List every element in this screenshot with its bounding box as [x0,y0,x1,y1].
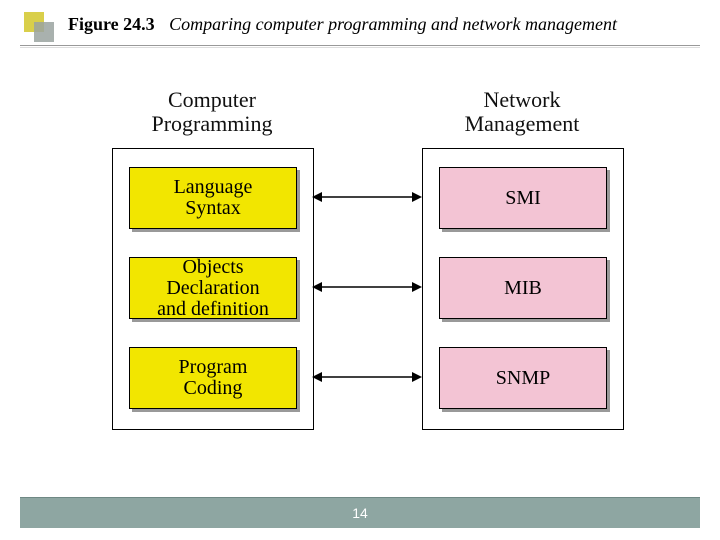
node-label: SMI [505,188,541,209]
figure-title: Figure 24.3 Comparing computer programmi… [68,14,617,35]
title-underline [20,45,700,46]
figure-number: Figure 24.3 [68,14,155,34]
node-snmp: SNMP [439,347,607,409]
right-column-frame: SMI MIB SNMP [422,148,624,430]
slide: Figure 24.3 Comparing computer programmi… [0,0,720,540]
node-mib: MIB [439,257,607,319]
right-column-heading: Network Management [422,88,622,136]
left-heading-line2: Programming [152,111,273,136]
node-label: Program Coding [179,357,248,399]
node-smi: SMI [439,167,607,229]
page-number: 14 [352,505,368,521]
right-heading-line2: Management [465,111,580,136]
left-column-heading: Computer Programming [112,88,312,136]
connectors-group [312,148,422,428]
figure-caption: Comparing computer programming and netwo… [169,14,617,34]
node-objects-declaration: Objects Declaration and definition [129,257,297,319]
node-label: Objects Declaration and definition [134,257,292,320]
left-column-frame: Language Syntax Objects Declaration and … [112,148,314,430]
right-heading-line1: Network [484,87,561,112]
left-heading-line1: Computer [168,87,256,112]
node-label: Language Syntax [174,177,253,219]
node-label: SNMP [496,368,550,389]
node-program-coding: Program Coding [129,347,297,409]
footer-bar: 14 [20,498,700,528]
node-language-syntax: Language Syntax [129,167,297,229]
comparison-diagram: Computer Programming Network Management … [112,88,612,458]
connector-row3 [312,367,422,387]
node-label: MIB [504,278,542,299]
corner-accent-icon [24,12,52,40]
connector-row2 [312,277,422,297]
connector-row1 [312,187,422,207]
